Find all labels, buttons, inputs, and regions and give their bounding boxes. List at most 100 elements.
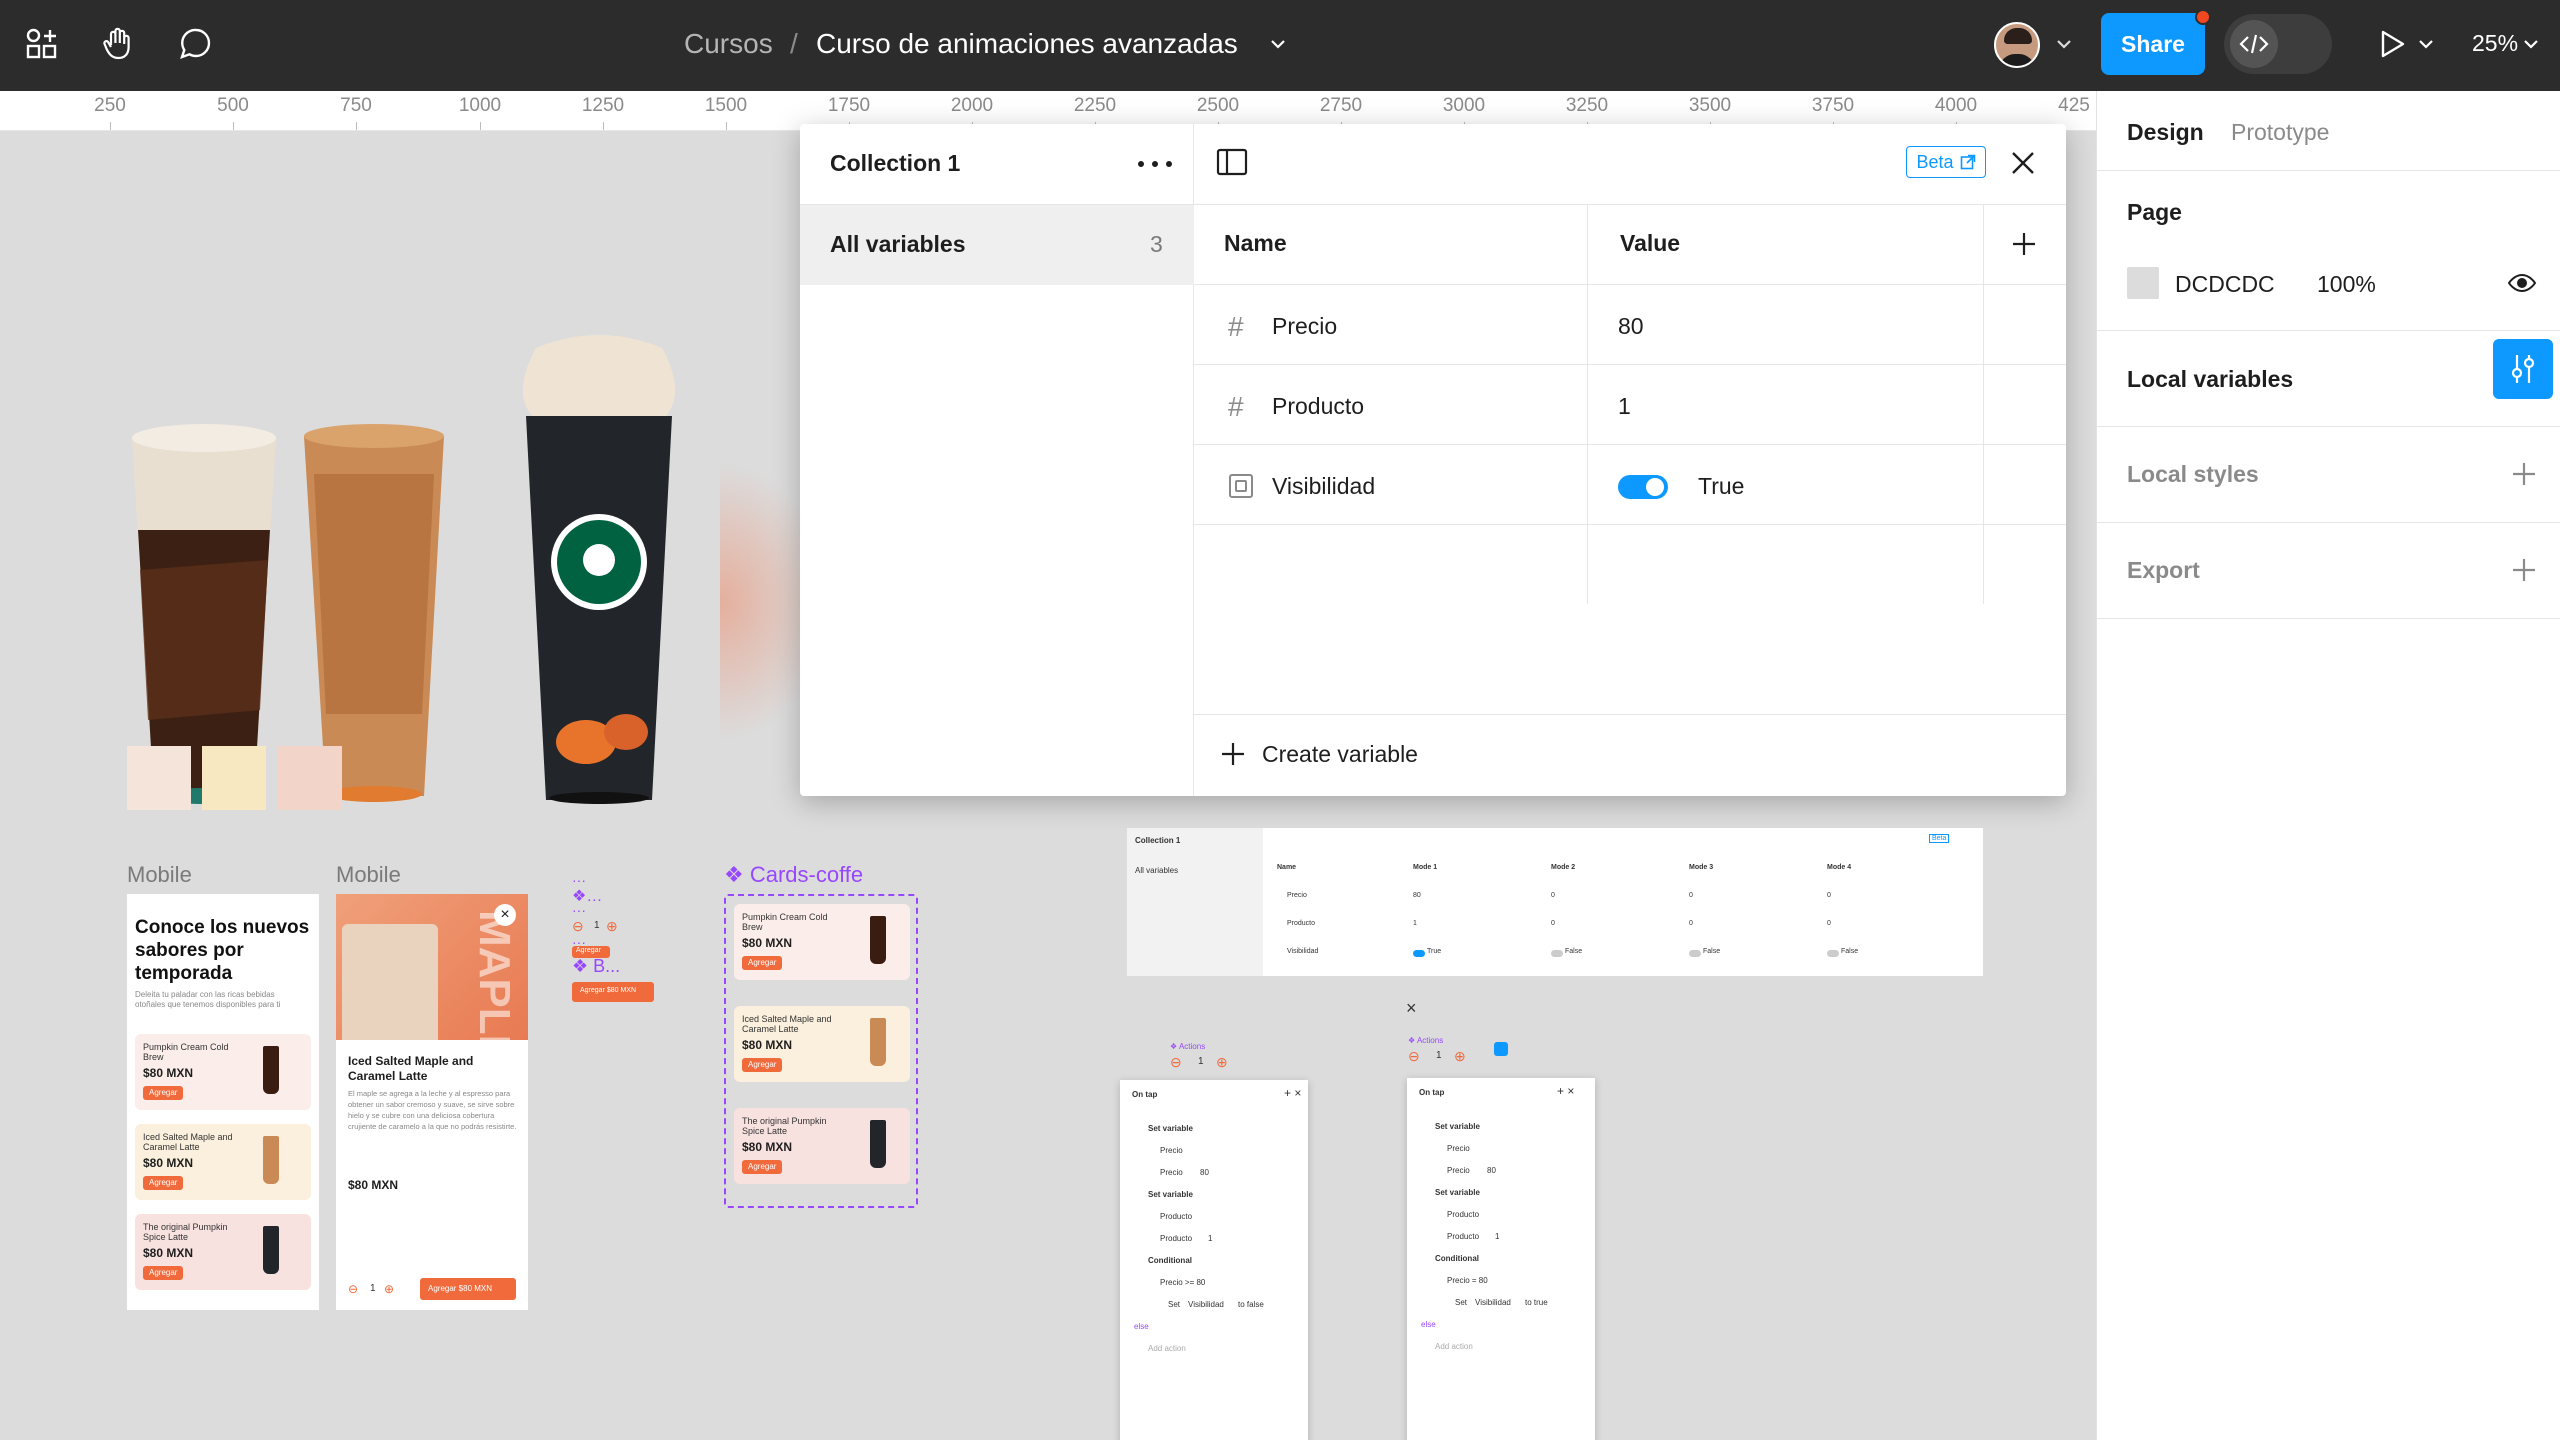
- variable-value[interactable]: 1: [1618, 393, 1631, 420]
- tab-design[interactable]: Design: [2127, 119, 2204, 146]
- product-card[interactable]: The original Pumpkin Spice Latte $80 MXN…: [135, 1214, 311, 1290]
- add-action-label[interactable]: Add action: [1435, 1342, 1473, 1351]
- conditional-expr: Precio >= 80: [1160, 1278, 1206, 1287]
- eye-icon[interactable]: [2507, 271, 2537, 300]
- component-label[interactable]: ❖ Cards-coffe: [724, 862, 863, 888]
- close-icon[interactable]: ×: [494, 904, 516, 926]
- add-to-cart-button[interactable]: Agregar $80 MXN: [420, 1278, 516, 1300]
- add-label: Agregar: [149, 1088, 178, 1097]
- card-variant[interactable]: Pumpkin Cream Cold Brew $80 MXN Agregar: [734, 904, 910, 980]
- ruler-tick: 3750: [1811, 95, 1855, 116]
- product-card[interactable]: Pumpkin Cream Cold Brew $80 MXN Agregar: [135, 1034, 311, 1110]
- mini-cell: 0: [1827, 920, 1831, 927]
- card-add-button[interactable]: Agregar: [742, 1058, 782, 1072]
- tab-prototype[interactable]: Prototype: [2231, 119, 2329, 146]
- add-style-icon[interactable]: [2511, 461, 2537, 492]
- variable-name[interactable]: Producto: [1272, 393, 1364, 420]
- variables-screenshot[interactable]: Collection 1 All variables Beta Name Mod…: [1127, 828, 1983, 976]
- zoom-level[interactable]: 25%: [2472, 30, 2518, 57]
- card-variant[interactable]: The original Pumpkin Spice Latte $80 MXN…: [734, 1108, 910, 1184]
- stepper-actions-widget[interactable]: ❖ Actions ⊖ 1 ⊕: [1406, 1036, 1516, 1076]
- variables-sliders-icon: [2511, 355, 2535, 383]
- chevron-down-icon[interactable]: [1254, 20, 1302, 68]
- color-swatch[interactable]: [278, 746, 342, 810]
- variable-name[interactable]: Visibilidad: [1272, 473, 1375, 500]
- variable-name[interactable]: Precio: [1272, 313, 1337, 340]
- interaction-panel[interactable]: On tap + × Set variable Precio Precio 80…: [1120, 1080, 1308, 1440]
- conditional-label: Conditional: [1435, 1254, 1479, 1263]
- file-name[interactable]: Curso de animaciones avanzadas: [816, 28, 1238, 60]
- action-var: Producto: [1160, 1212, 1193, 1221]
- all-variables-item[interactable]: All variables 3: [800, 205, 1194, 285]
- page-opacity-value[interactable]: 100%: [2317, 271, 2376, 298]
- external-link-icon: [1960, 154, 1975, 170]
- add-export-icon[interactable]: [2511, 557, 2537, 588]
- ruler-tick: 2250: [1073, 95, 1117, 116]
- boolean-toggle[interactable]: [1618, 475, 1668, 499]
- variable-row[interactable]: # Producto 1: [1194, 365, 2066, 445]
- add-mode-icon[interactable]: [2010, 230, 2038, 263]
- zoom-chevron-icon[interactable]: [2516, 20, 2546, 68]
- conditional-expr: Precio = 80: [1447, 1276, 1488, 1285]
- card-add-label: Agregar: [748, 958, 777, 967]
- frame-label[interactable]: Mobile: [336, 862, 401, 888]
- collection-title[interactable]: Collection 1: [830, 150, 960, 177]
- color-swatch[interactable]: [127, 746, 191, 810]
- card-add-button[interactable]: Agregar: [742, 1160, 782, 1174]
- page-color-swatch[interactable]: [2127, 267, 2159, 299]
- sidebar-toggle-icon[interactable]: [1216, 148, 1248, 181]
- notification-dot: [2195, 9, 2211, 25]
- more-options-icon[interactable]: [1138, 154, 1172, 174]
- add-button[interactable]: Agregar: [143, 1176, 183, 1190]
- mobile-frame-detail[interactable]: MAPLE × Iced Salted Maple and Caramel La…: [336, 894, 528, 1310]
- set-var: Visibilidad: [1475, 1298, 1511, 1307]
- action-val: 1: [1495, 1232, 1500, 1241]
- pumpkin-spice-cup-image[interactable]: [516, 332, 682, 806]
- close-icon[interactable]: ×: [1406, 998, 1417, 1019]
- card-variant[interactable]: Iced Salted Maple and Caramel Latte $80 …: [734, 1006, 910, 1082]
- color-swatch[interactable]: [202, 746, 266, 810]
- breadcrumb-parent[interactable]: Cursos: [684, 28, 773, 60]
- export-label[interactable]: Export: [2127, 557, 2200, 584]
- dev-mode-toggle[interactable]: [2224, 14, 2332, 74]
- create-variable-button[interactable]: Create variable: [1220, 734, 1418, 774]
- open-variables-button[interactable]: [2493, 339, 2553, 399]
- add-action-label[interactable]: Add action: [1148, 1344, 1186, 1353]
- stepper-actions-widget[interactable]: ❖ Actions ⊖ 1 ⊕: [1168, 1042, 1238, 1082]
- beta-badge[interactable]: Beta: [1906, 146, 1986, 178]
- local-variables-label[interactable]: Local variables: [2127, 366, 2293, 393]
- add-button[interactable]: Agregar: [143, 1086, 183, 1100]
- action-val: 1: [1208, 1234, 1213, 1243]
- actions-grid-icon[interactable]: [18, 20, 66, 68]
- cards-component-set[interactable]: Pumpkin Cream Cold Brew $80 MXN Agregar …: [724, 894, 918, 1208]
- avatar[interactable]: [1994, 22, 2040, 68]
- hand-tool-icon[interactable]: [94, 20, 142, 68]
- component-cluster[interactable]: ··· ❖… ··· ⊖ 1 ⊕ ··· Agregar ❖ B... Agre…: [570, 872, 670, 1012]
- share-button[interactable]: Share: [2101, 13, 2205, 75]
- mini-header: Mode 2: [1551, 864, 1576, 871]
- card-add-button[interactable]: Agregar: [742, 956, 782, 970]
- product-name: Iced Salted Maple and Caramel Latte: [143, 1132, 233, 1152]
- close-icon[interactable]: [2008, 148, 2038, 183]
- action-val: 80: [1487, 1166, 1496, 1175]
- present-chevron-icon[interactable]: [2402, 20, 2450, 68]
- local-styles-section: Local styles: [2097, 427, 2560, 523]
- variable-row[interactable]: Visibilidad True: [1194, 445, 2066, 525]
- mobile-frame-home[interactable]: Conoce los nuevos sabores por temporada …: [127, 894, 319, 1310]
- ruler-tick: 425: [2058, 95, 2090, 116]
- avatar-chevron-icon[interactable]: [2040, 20, 2088, 68]
- page-color-value[interactable]: DCDCDC: [2175, 271, 2275, 298]
- action-val: 80: [1200, 1168, 1209, 1177]
- variable-value[interactable]: 80: [1618, 313, 1644, 340]
- add-button[interactable]: Agregar: [143, 1266, 183, 1280]
- product-thumb: [263, 1226, 279, 1274]
- comment-icon[interactable]: [172, 20, 220, 68]
- variable-row[interactable]: # Precio 80: [1194, 285, 2066, 365]
- quantity-stepper[interactable]: ⊖ 1 ⊕: [348, 1282, 408, 1298]
- interaction-panel[interactable]: On tap + × Set variable Precio Precio 80…: [1407, 1078, 1595, 1440]
- product-card[interactable]: Iced Salted Maple and Caramel Latte $80 …: [135, 1124, 311, 1200]
- local-styles-label[interactable]: Local styles: [2127, 461, 2259, 488]
- frame-label[interactable]: Mobile: [127, 862, 192, 888]
- mini-header: Mode 3: [1689, 864, 1714, 871]
- comp-add-price-button[interactable]: Agregar $80 MXN: [572, 982, 654, 1002]
